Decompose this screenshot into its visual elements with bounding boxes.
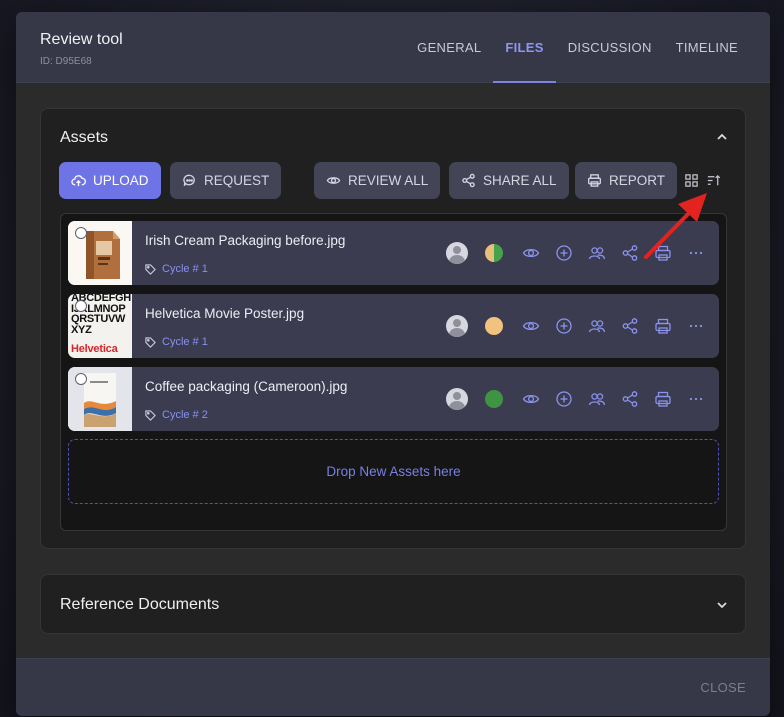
chevron-up-icon[interactable]	[715, 130, 729, 144]
upload-label: UPLOAD	[93, 173, 149, 188]
chat-bubble-icon	[183, 174, 195, 187]
more-icon[interactable]	[685, 242, 707, 264]
drop-zone[interactable]: Drop New Assets here	[68, 439, 719, 504]
asset-filename: Helvetica Movie Poster.jpg	[145, 306, 305, 321]
modal-footer: CLOSE	[16, 658, 770, 716]
eye-icon[interactable]	[520, 242, 542, 264]
review-all-label: REVIEW ALL	[348, 173, 429, 188]
asset-cycle[interactable]: Cycle # 1	[145, 263, 208, 275]
users-icon[interactable]	[586, 242, 608, 264]
share-icon	[462, 173, 475, 188]
select-radio[interactable]	[75, 373, 87, 385]
avatar[interactable]	[446, 388, 468, 410]
tab-files[interactable]: FILES	[493, 12, 557, 83]
avatar[interactable]	[446, 315, 468, 337]
asset-row[interactable]: Coffee packaging (Cameroon).jpg Cycle # …	[68, 367, 719, 431]
close-button[interactable]: CLOSE	[700, 680, 746, 695]
review-tool-modal: Review tool ID: D95E68 GENERAL FILES DIS…	[16, 12, 770, 716]
tab-general[interactable]: GENERAL	[405, 12, 493, 83]
eye-icon	[326, 177, 341, 184]
report-button[interactable]: REPORT	[575, 162, 678, 199]
plus-circle-icon[interactable]	[553, 388, 575, 410]
select-radio[interactable]	[75, 300, 87, 312]
asset-cycle[interactable]: Cycle # 1	[145, 336, 208, 348]
print-icon[interactable]	[652, 242, 674, 264]
select-radio[interactable]	[75, 227, 87, 239]
share-icon[interactable]	[619, 242, 641, 264]
grid-view-icon[interactable]	[684, 173, 699, 188]
assets-title: Assets	[60, 129, 109, 146]
request-button[interactable]: REQUEST	[170, 162, 282, 199]
assets-panel: Assets UPLOAD REQUEST REVIEW ALL SHARE A…	[40, 108, 746, 549]
avatar[interactable]	[446, 242, 468, 264]
more-icon[interactable]	[685, 315, 707, 337]
eye-icon[interactable]	[520, 315, 542, 337]
status-dot	[483, 388, 505, 410]
reference-documents-title: Reference Documents	[60, 596, 220, 613]
share-all-button[interactable]: SHARE ALL	[449, 162, 569, 199]
poster-title: Helvetica	[71, 343, 118, 355]
status-dot	[483, 315, 505, 337]
share-all-label: SHARE ALL	[483, 173, 557, 188]
request-label: REQUEST	[204, 173, 270, 188]
modal-body: Assets UPLOAD REQUEST REVIEW ALL SHARE A…	[16, 83, 770, 658]
asset-cycle-label: Cycle # 1	[162, 336, 208, 348]
asset-row[interactable]: Irish Cream Packaging before.jpg Cycle #…	[68, 221, 719, 285]
modal-id: ID: D95E68	[40, 56, 92, 67]
upload-button[interactable]: UPLOAD	[59, 162, 161, 199]
tab-timeline[interactable]: TIMELINE	[664, 12, 750, 83]
tab-discussion[interactable]: DISCUSSION	[556, 12, 664, 83]
users-icon[interactable]	[586, 315, 608, 337]
modal-header: Review tool ID: D95E68 GENERAL FILES DIS…	[16, 12, 770, 83]
plus-circle-icon[interactable]	[553, 242, 575, 264]
share-icon[interactable]	[619, 315, 641, 337]
asset-list: Irish Cream Packaging before.jpg Cycle #…	[60, 213, 727, 531]
modal-title: Review tool	[40, 31, 123, 48]
tag-icon	[145, 336, 156, 348]
asset-filename: Coffee packaging (Cameroon).jpg	[145, 379, 348, 394]
status-dot	[483, 242, 505, 264]
print-icon[interactable]	[652, 315, 674, 337]
sort-ascending-icon[interactable]	[706, 173, 721, 188]
tag-icon	[145, 409, 156, 421]
more-icon[interactable]	[685, 388, 707, 410]
asset-cycle-label: Cycle # 2	[162, 409, 208, 421]
share-icon[interactable]	[619, 388, 641, 410]
report-label: REPORT	[609, 173, 666, 188]
review-all-button[interactable]: REVIEW ALL	[314, 162, 441, 199]
asset-cycle[interactable]: Cycle # 2	[145, 409, 208, 421]
tag-icon	[145, 263, 156, 275]
printer-icon	[588, 174, 601, 187]
plus-circle-icon[interactable]	[553, 315, 575, 337]
eye-icon[interactable]	[520, 388, 542, 410]
chevron-down-icon[interactable]	[715, 598, 729, 612]
print-icon[interactable]	[652, 388, 674, 410]
asset-cycle-label: Cycle # 1	[162, 263, 208, 275]
reference-documents-panel[interactable]: Reference Documents	[40, 574, 746, 634]
asset-row[interactable]: ABCDEFGHIJKLMNOPQRSTUVWXYZ Helvetica Hel…	[68, 294, 719, 358]
users-icon[interactable]	[586, 388, 608, 410]
cloud-upload-icon	[71, 175, 86, 187]
asset-filename: Irish Cream Packaging before.jpg	[145, 233, 346, 248]
tab-bar: GENERAL FILES DISCUSSION TIMELINE	[405, 12, 750, 83]
